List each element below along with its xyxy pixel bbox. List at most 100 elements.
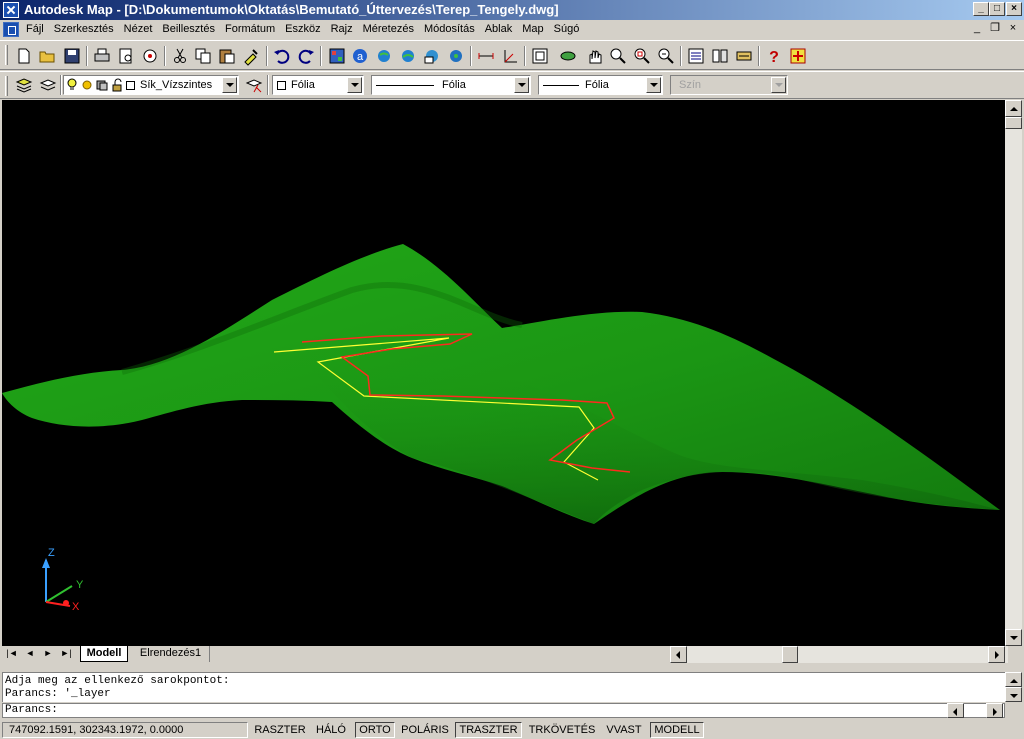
copy-icon[interactable] bbox=[193, 46, 213, 66]
tool-palette-icon[interactable] bbox=[734, 46, 754, 66]
menu-insert[interactable]: Beillesztés bbox=[162, 23, 215, 35]
vertical-scrollbar[interactable] bbox=[1005, 100, 1022, 646]
layer-manager-icon[interactable] bbox=[14, 75, 34, 95]
layer-dropdown[interactable]: Sík_Vízszintes bbox=[63, 75, 239, 95]
menu-map[interactable]: Map bbox=[522, 23, 543, 35]
zoom-realtime-icon[interactable] bbox=[608, 46, 628, 66]
autodesk-app-icon[interactable] bbox=[3, 2, 19, 18]
maximize-button[interactable]: □ bbox=[989, 2, 1005, 16]
save-icon[interactable] bbox=[62, 46, 82, 66]
command-input[interactable]: Parancs: bbox=[2, 703, 1005, 718]
menu-tools[interactable]: Eszköz bbox=[285, 23, 320, 35]
pan-icon[interactable] bbox=[584, 46, 604, 66]
drawing-viewport[interactable]: Z Y X bbox=[2, 100, 1005, 646]
linetype-dropdown[interactable]: Fólia bbox=[371, 75, 531, 95]
drawing-document-icon[interactable] bbox=[3, 22, 19, 37]
design-center-icon[interactable] bbox=[327, 46, 347, 66]
terrain-3d-view[interactable] bbox=[2, 100, 1005, 646]
snap-toggle[interactable]: RASZTER bbox=[252, 722, 308, 738]
scroll-down-arrow[interactable] bbox=[1005, 629, 1022, 646]
make-object-layer-current-icon[interactable] bbox=[244, 75, 264, 95]
previous-tab-button[interactable]: ◄ bbox=[22, 647, 38, 662]
close-button[interactable]: × bbox=[1006, 2, 1022, 16]
polar-toggle[interactable]: POLÁRIS bbox=[398, 722, 452, 738]
map-icon[interactable] bbox=[422, 46, 442, 66]
open-icon[interactable] bbox=[37, 46, 57, 66]
doc-minimize-button[interactable]: _ bbox=[970, 23, 984, 35]
distance-icon[interactable] bbox=[476, 46, 496, 66]
command-scrollbar[interactable] bbox=[1005, 672, 1022, 702]
properties-icon[interactable] bbox=[686, 46, 706, 66]
menu-file[interactable]: Fájl bbox=[26, 23, 44, 35]
last-tab-button[interactable]: ►| bbox=[58, 647, 74, 662]
paste-icon[interactable] bbox=[217, 46, 237, 66]
lineweight-dropdown-arrow[interactable] bbox=[646, 77, 661, 93]
help-icon[interactable]: ? bbox=[764, 46, 784, 66]
menu-edit[interactable]: Szerkesztés bbox=[54, 23, 114, 35]
command-history-line: Parancs: '_layer bbox=[5, 688, 111, 700]
command-scroll-left-arrow[interactable] bbox=[947, 703, 964, 718]
zoom-previous-icon[interactable] bbox=[656, 46, 676, 66]
command-scroll-right-arrow[interactable] bbox=[986, 703, 1003, 718]
redo-icon[interactable] bbox=[296, 46, 316, 66]
doc-close-button[interactable]: × bbox=[1006, 23, 1020, 35]
toolbar-grip[interactable] bbox=[5, 76, 8, 96]
scroll-left-arrow[interactable] bbox=[670, 646, 687, 663]
globe-icon[interactable] bbox=[398, 46, 418, 66]
color-dropdown-arrow[interactable] bbox=[347, 77, 362, 93]
command-scroll-down-arrow[interactable] bbox=[1005, 687, 1022, 702]
zoom-window-icon[interactable] bbox=[632, 46, 652, 66]
design-center-palette-icon[interactable] bbox=[710, 46, 730, 66]
next-tab-button[interactable]: ► bbox=[40, 647, 56, 662]
lineweight-dropdown[interactable]: Fólia bbox=[538, 75, 663, 95]
new-icon[interactable] bbox=[14, 46, 34, 66]
ortho-toggle[interactable]: ORTO bbox=[355, 722, 395, 738]
print-preview-icon[interactable] bbox=[116, 46, 136, 66]
sun-thaw-icon bbox=[82, 80, 92, 90]
autodesk-point-a-icon[interactable]: a bbox=[350, 46, 370, 66]
publish-icon[interactable] bbox=[140, 46, 160, 66]
cut-icon[interactable] bbox=[170, 46, 190, 66]
model-space-toggle[interactable]: MODELL bbox=[650, 722, 704, 738]
tab-model[interactable]: Modell bbox=[80, 646, 128, 662]
otrack-toggle[interactable]: TRKÖVETÉS bbox=[525, 722, 599, 738]
match-properties-icon[interactable] bbox=[241, 46, 261, 66]
first-tab-button[interactable]: |◄ bbox=[4, 647, 20, 662]
menu-view[interactable]: Nézet bbox=[124, 23, 153, 35]
map-help-icon[interactable] bbox=[788, 46, 808, 66]
ucs-icon[interactable] bbox=[500, 46, 520, 66]
title-bar[interactable]: Autodesk Map - [D:\Dokumentumok\Oktatás\… bbox=[0, 0, 1024, 20]
menu-draw[interactable]: Rajz bbox=[331, 23, 353, 35]
lineweight-toggle[interactable]: VVAST bbox=[601, 722, 647, 738]
grid-toggle[interactable]: HÁLÓ bbox=[311, 722, 351, 738]
toolbar-grip[interactable] bbox=[5, 45, 8, 65]
menu-window[interactable]: Ablak bbox=[485, 23, 513, 35]
horizontal-scroll-thumb[interactable] bbox=[782, 646, 798, 663]
toolbar-separator bbox=[267, 75, 269, 95]
menu-format[interactable]: Formátum bbox=[225, 23, 275, 35]
vertical-scroll-thumb[interactable] bbox=[1005, 117, 1022, 129]
named-views-icon[interactable] bbox=[530, 46, 550, 66]
web-icon[interactable] bbox=[374, 46, 394, 66]
tab-layout1[interactable]: Elrendezés1 bbox=[132, 646, 210, 662]
undo-icon[interactable] bbox=[272, 46, 292, 66]
layer-previous-icon[interactable] bbox=[38, 75, 58, 95]
map-query-icon[interactable] bbox=[446, 46, 466, 66]
linetype-dropdown-arrow[interactable] bbox=[514, 77, 529, 93]
coordinate-display[interactable]: 747092.1591, 302343.1972, 0.0000 bbox=[2, 722, 248, 738]
horizontal-scrollbar[interactable] bbox=[670, 646, 1008, 663]
command-scroll-up-arrow[interactable] bbox=[1005, 672, 1022, 687]
osnap-toggle[interactable]: TRASZTER bbox=[455, 722, 522, 738]
menu-modify[interactable]: Módosítás bbox=[424, 23, 475, 35]
3d-orbit-icon[interactable] bbox=[558, 46, 578, 66]
minimize-button[interactable]: _ bbox=[973, 2, 989, 16]
menu-dimension[interactable]: Méretezés bbox=[363, 23, 414, 35]
menu-help[interactable]: Súgó bbox=[554, 23, 580, 35]
scroll-right-arrow[interactable] bbox=[988, 646, 1005, 663]
color-dropdown[interactable]: Fólia bbox=[272, 75, 364, 95]
layer-dropdown-arrow[interactable] bbox=[222, 77, 237, 93]
scroll-up-arrow[interactable] bbox=[1005, 100, 1022, 117]
toolbar-separator bbox=[266, 46, 268, 66]
doc-restore-button[interactable]: ❐ bbox=[988, 23, 1002, 35]
print-icon[interactable] bbox=[92, 46, 112, 66]
